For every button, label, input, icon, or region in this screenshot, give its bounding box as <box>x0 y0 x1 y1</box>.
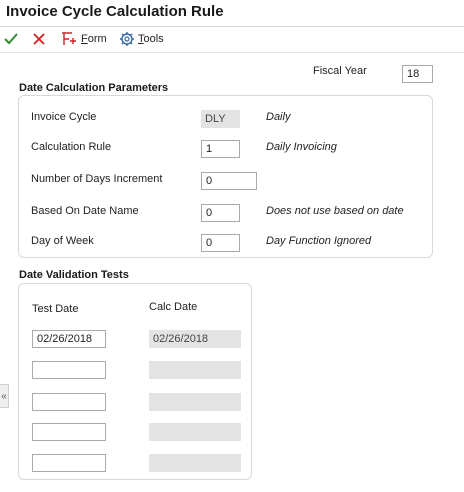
calc-date-header: Calc Date <box>149 301 198 313</box>
cancel-button[interactable] <box>31 28 51 50</box>
checkmark-icon <box>4 33 18 45</box>
calculation-rule-input[interactable] <box>201 140 240 158</box>
calculation-rule-description: Daily Invoicing <box>266 141 337 153</box>
based-on-date-description: Does not use based on date <box>266 205 404 217</box>
based-on-date-label: Based On Date Name <box>31 205 139 217</box>
tools-menu-button[interactable]: Tools <box>119 28 164 50</box>
test-date-input[interactable] <box>32 454 106 472</box>
test-date-header: Test Date <box>32 303 79 315</box>
toolbar: Form Tools <box>0 28 464 52</box>
calc-date-value <box>149 454 241 472</box>
test-date-input[interactable] <box>32 393 106 411</box>
calculation-rule-label: Calculation Rule <box>31 141 112 153</box>
invoice-cycle-value: DLY <box>201 110 240 128</box>
close-icon <box>33 33 45 45</box>
calc-date-value <box>149 393 241 411</box>
title-divider <box>0 26 464 27</box>
form-icon <box>62 32 76 45</box>
calc-date-value <box>149 361 241 379</box>
validation-title: Date Validation Tests <box>19 269 129 281</box>
days-increment-label: Number of Days Increment <box>31 173 163 185</box>
test-date-input[interactable] <box>32 330 106 348</box>
page-title: Invoice Cycle Calculation Rule <box>6 3 224 20</box>
form-label-rest: orm <box>87 33 107 45</box>
days-increment-input[interactable] <box>201 172 257 190</box>
based-on-date-input[interactable] <box>201 204 240 222</box>
gear-icon <box>120 32 134 46</box>
double-chevron-left-icon: « <box>1 390 7 402</box>
form-menu-button[interactable]: Form <box>60 28 107 50</box>
invoice-cycle-label: Invoice Cycle <box>31 111 97 123</box>
fiscal-year-label: Fiscal Year <box>313 65 367 77</box>
date-params-title: Date Calculation Parameters <box>19 82 169 94</box>
ok-button[interactable] <box>3 28 23 50</box>
test-date-input[interactable] <box>32 361 106 379</box>
day-of-week-description: Day Function Ignored <box>266 235 372 247</box>
day-of-week-label: Day of Week <box>31 235 94 247</box>
form-accesskey: F <box>81 33 88 45</box>
test-date-input[interactable] <box>32 423 106 441</box>
toolbar-divider <box>0 52 464 53</box>
invoice-cycle-description: Daily <box>266 111 291 123</box>
calc-date-value <box>149 423 241 441</box>
fiscal-year-input[interactable] <box>402 65 433 83</box>
collapse-panel-tab[interactable]: « <box>0 384 9 408</box>
day-of-week-input[interactable] <box>201 234 240 252</box>
tools-label-rest: ools <box>143 33 164 45</box>
calc-date-value: 02/26/2018 <box>149 330 241 348</box>
